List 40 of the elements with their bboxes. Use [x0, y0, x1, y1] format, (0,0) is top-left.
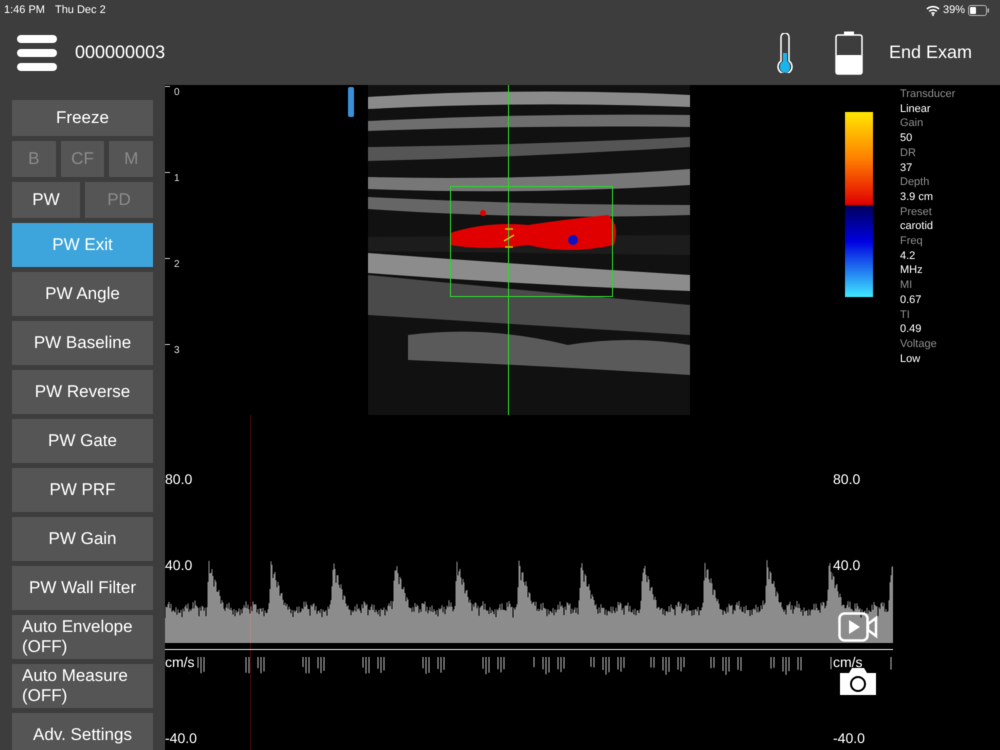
- parameter-label: Transducer: [900, 87, 956, 102]
- parameter-label: Depth: [900, 175, 930, 190]
- parameter-label: MI: [900, 278, 914, 293]
- sidebar-button[interactable]: Freeze: [12, 100, 153, 136]
- parameter-value: 3.9 cm: [900, 190, 934, 205]
- sidebar-button[interactable]: PW Reverse: [12, 370, 153, 414]
- sidebar-button[interactable]: Adv. Settings: [12, 713, 153, 750]
- end-exam-button[interactable]: End Exam: [888, 39, 972, 66]
- sidebar-button[interactable]: Auto Envelope (OFF): [12, 615, 153, 659]
- depth-label: 0: [174, 86, 180, 100]
- parameter-value: Linear: [900, 102, 932, 116]
- battery-percent: 39%: [942, 2, 965, 18]
- parameter-value: 0.49: [900, 322, 922, 337]
- parameter-value: 4.2: [900, 248, 916, 264]
- sidebar-button[interactable]: PW Baseline: [12, 321, 153, 365]
- sidebar-button[interactable]: Auto Measure (OFF): [12, 664, 153, 708]
- exam-id: 000000003: [75, 41, 166, 64]
- sidebar-button[interactable]: PW Gain: [12, 517, 153, 561]
- parameter-value: MHz: [900, 263, 924, 278]
- parameter-value: 50: [900, 131, 914, 146]
- depth-label: 1: [174, 172, 180, 186]
- sidebar-button[interactable]: PW Wall Filter: [12, 566, 153, 610]
- parameter-value: Low: [900, 352, 922, 366]
- sidebar-button[interactable]: PW: [12, 182, 80, 218]
- sidebar-button[interactable]: PW Angle: [12, 272, 153, 316]
- parameter-value: carotid: [900, 219, 934, 234]
- parameter-value: 37: [900, 160, 914, 176]
- status-time: 1:46 PM: [4, 2, 45, 18]
- parameter-label: Voltage: [900, 336, 938, 352]
- parameter-label: Gain: [900, 116, 924, 132]
- depth-label: 2: [174, 258, 180, 272]
- parameter-label: TI: [900, 308, 911, 322]
- parameter-label: DR: [900, 146, 917, 161]
- sidebar-button[interactable]: PW Gate: [12, 419, 153, 463]
- status-date: Thu Dec 2: [54, 2, 106, 18]
- parameter-value: 0.67: [900, 292, 922, 308]
- parameter-label: Freq: [900, 234, 924, 249]
- parameter-label: Preset: [900, 204, 933, 220]
- depth-label: 3: [174, 344, 180, 358]
- sidebar-button[interactable]: PW PRF: [12, 468, 153, 512]
